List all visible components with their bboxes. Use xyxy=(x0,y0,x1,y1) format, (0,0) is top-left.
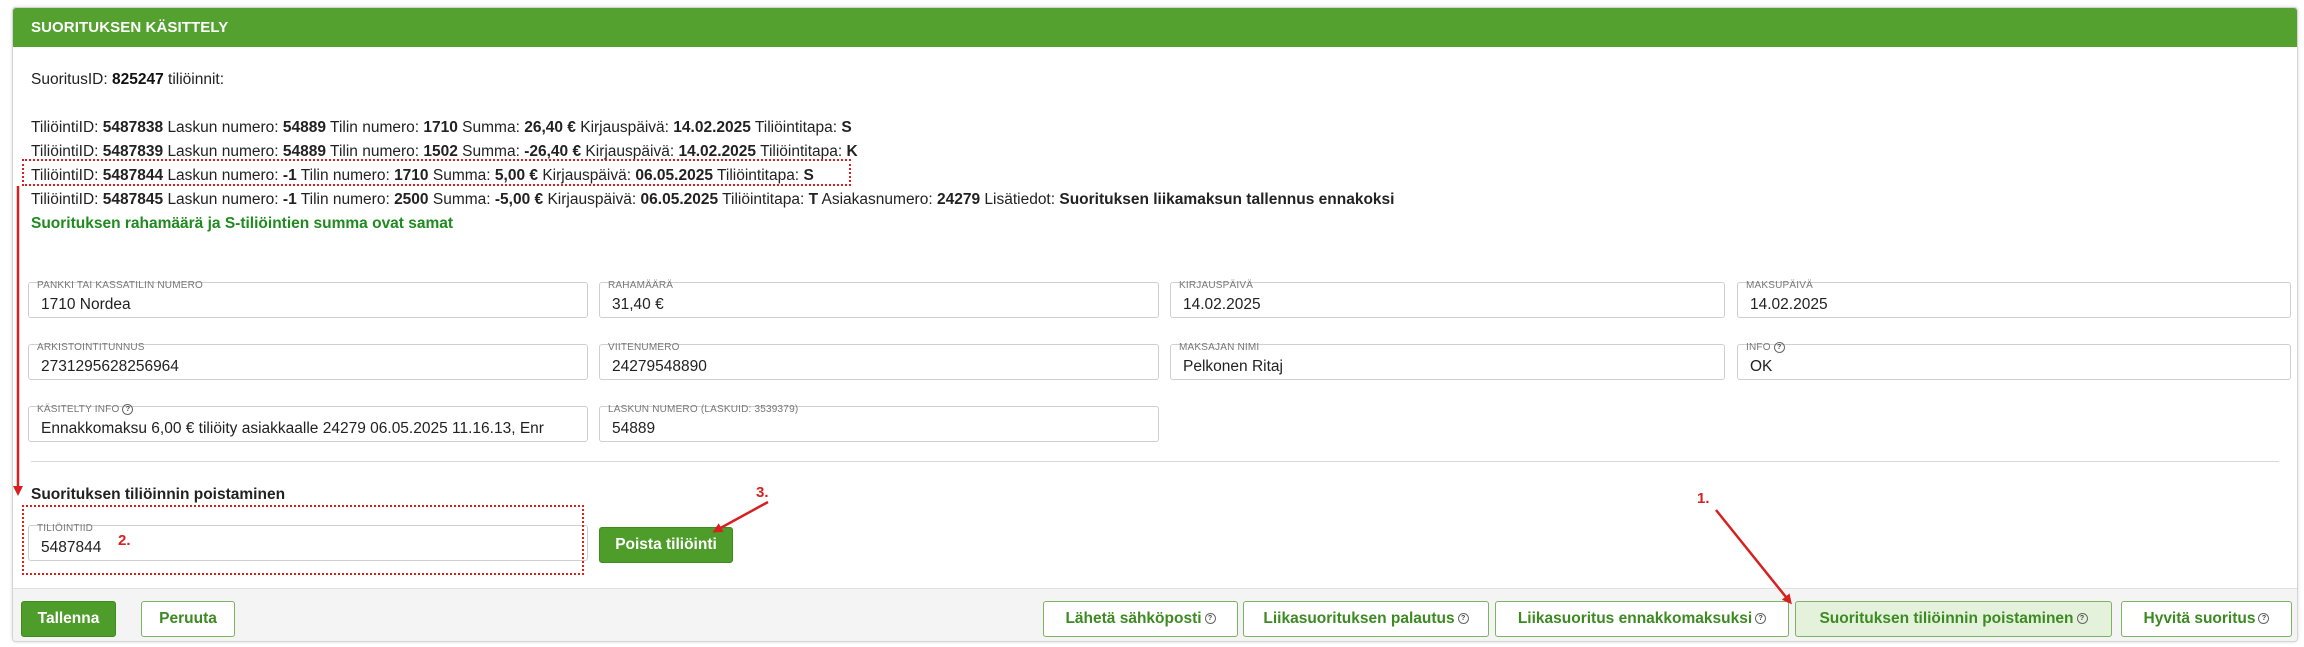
amount-field[interactable]: RAHAMÄÄRÄ 31,40 € xyxy=(599,280,1159,318)
reference-number-field[interactable]: VIITENUMERO 24279548890 xyxy=(599,342,1159,380)
suoritus-id: 825247 xyxy=(111,71,164,88)
section-divider xyxy=(31,461,2279,462)
booking-date-field[interactable]: KIRJAUSPÄIVÄ 14.02.2025 xyxy=(1170,280,1725,318)
footer-toolbar: Tallenna Peruuta Lähetä sähköposti? Liik… xyxy=(13,588,2297,641)
annotation-2: 2. xyxy=(118,532,131,549)
entry-row: TiliöintiID: 5487845 Laskun numero: -1 T… xyxy=(31,191,1395,208)
processed-info-field[interactable]: KÄSITELTY INFO? Ennakkomaksu 6,00 € tili… xyxy=(28,404,588,442)
removal-section-title: Suorituksen tiliöinnin poistaminen xyxy=(31,486,286,503)
question-circle-icon[interactable]: ? xyxy=(1773,342,1785,353)
save-button[interactable]: Tallenna xyxy=(21,601,116,637)
entry-id-input[interactable]: TILIÖINTIID 5487844 xyxy=(28,523,588,561)
panel-title: SUORITUKSEN KÄSITTELY xyxy=(13,8,2297,47)
info-field[interactable]: INFO? OK xyxy=(1737,342,2291,380)
invoice-number-field[interactable]: LASKUN NUMERO (LASKUID: 3539379) 54889 xyxy=(599,404,1159,442)
remove-payment-entry-button[interactable]: Suorituksen tiliöinnin poistaminen? xyxy=(1795,601,2112,637)
question-circle-icon: ? xyxy=(2076,613,2088,625)
payment-date-field[interactable]: MAKSUPÄIVÄ 14.02.2025 xyxy=(1737,280,2291,318)
question-circle-icon: ? xyxy=(2258,613,2270,625)
question-circle-icon: ? xyxy=(1755,613,1767,625)
question-circle-icon[interactable]: ? xyxy=(122,404,134,415)
suoritus-id-line: SuoritusID: 825247 tiliöinnit: xyxy=(31,71,225,88)
question-circle-icon: ? xyxy=(1457,613,1469,625)
payer-name-field[interactable]: MAKSAJAN NIMI Pelkonen Ritaj xyxy=(1170,342,1725,380)
overpayment-prepayment-button[interactable]: Liikasuoritus ennakkomaksuksi? xyxy=(1495,601,1789,637)
overpayment-refund-button[interactable]: Liikasuorituksen palautus? xyxy=(1243,601,1489,637)
success-message: Suorituksen rahamäärä ja S-tiliöintien s… xyxy=(31,215,454,232)
entry-row: TiliöintiID: 5487838 Laskun numero: 5488… xyxy=(31,119,852,136)
annotation-3: 3. xyxy=(756,484,769,501)
bank-account-field[interactable]: PANKKI TAI KASSATILIN NUMERO 1710 Nordea xyxy=(28,280,588,318)
cancel-button[interactable]: Peruuta xyxy=(141,601,235,637)
entry-row-highlighted: TiliöintiID: 5487844 Laskun numero: -1 T… xyxy=(31,167,814,184)
archive-id-field[interactable]: ARKISTOINTITUNNUS 2731295628256964 xyxy=(28,342,588,380)
annotation-1: 1. xyxy=(1697,490,1710,507)
payment-processing-panel: SUORITUKSEN KÄSITTELY SuoritusID: 825247… xyxy=(12,7,2298,642)
send-email-button[interactable]: Lähetä sähköposti? xyxy=(1043,601,1238,637)
entry-row: TiliöintiID: 5487839 Laskun numero: 5488… xyxy=(31,143,858,160)
question-circle-icon: ? xyxy=(1204,613,1216,625)
remove-entry-button[interactable]: Poista tiliöinti xyxy=(599,527,733,563)
credit-payment-button[interactable]: Hyvitä suoritus? xyxy=(2121,601,2292,637)
